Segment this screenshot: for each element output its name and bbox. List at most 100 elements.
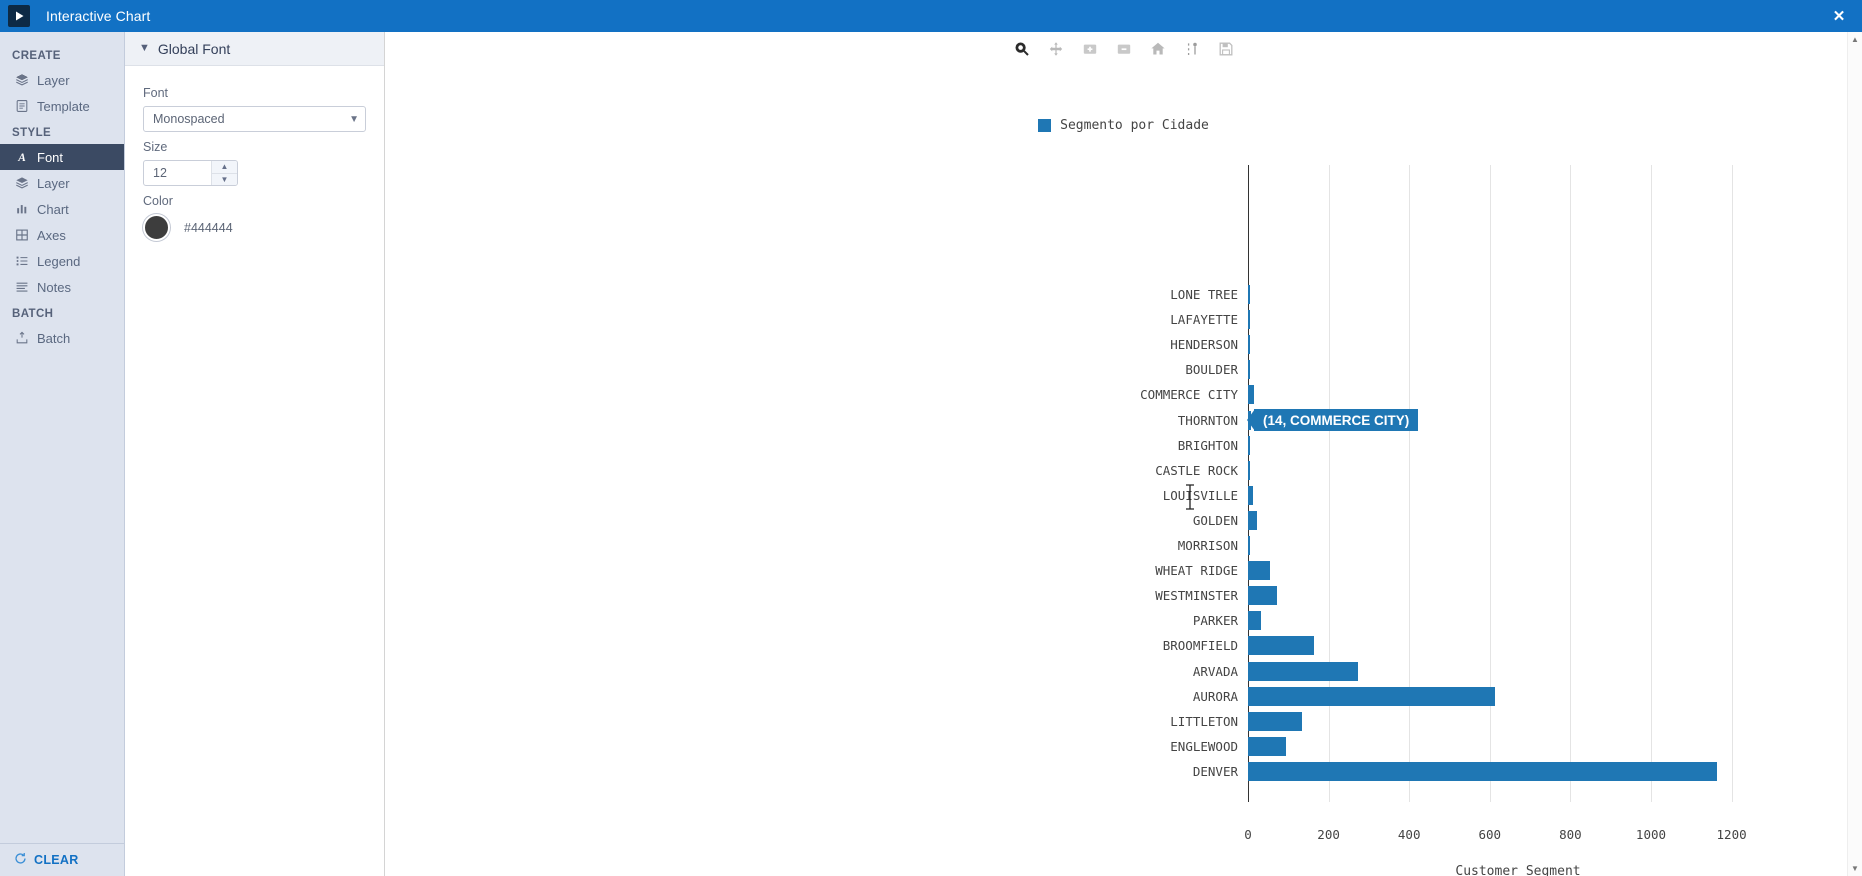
sidebar-item-chart[interactable]: Chart: [0, 196, 124, 222]
gridline: [1650, 165, 1652, 802]
sidebar-item-batch[interactable]: Batch: [0, 325, 124, 351]
bar-row[interactable]: GOLDEN: [1193, 508, 1257, 533]
font-size-stepper[interactable]: 12 ▲ ▼: [143, 160, 238, 186]
bar[interactable]: [1248, 460, 1250, 480]
category-label: CASTLE ROCK: [1155, 462, 1238, 478]
bar[interactable]: [1248, 510, 1257, 530]
sidebar-item-legend[interactable]: Legend: [0, 248, 124, 274]
global-font-section-header[interactable]: ▼ Global Font: [125, 32, 384, 66]
batch-upload-icon: [14, 331, 29, 346]
save-floppy-icon[interactable]: [1215, 38, 1237, 60]
category-label: GOLDEN: [1192, 512, 1238, 528]
sidebar-item-template[interactable]: Template: [0, 93, 124, 119]
bar-row[interactable]: LITTLETON: [1170, 709, 1302, 734]
bar-row[interactable]: ENGLEWOOD: [1170, 734, 1287, 759]
bar[interactable]: [1248, 636, 1315, 656]
bar-row[interactable]: HENDERSON: [1170, 332, 1250, 357]
category-label: BRIGHTON: [1177, 437, 1238, 453]
font-family-select[interactable]: Monospaced ▼: [143, 106, 366, 132]
font-color-swatch[interactable]: [143, 214, 170, 241]
bar[interactable]: [1248, 661, 1358, 681]
category-label: THORNTON: [1177, 412, 1238, 428]
bar-row[interactable]: DENVER: [1193, 759, 1718, 784]
bar[interactable]: [1248, 335, 1250, 355]
x-axis-tick-labels: 0 200 400 600 800 1000 1200: [1244, 827, 1788, 847]
bar-row[interactable]: PARKER: [1193, 608, 1262, 633]
template-icon: [14, 99, 29, 114]
bar[interactable]: [1248, 485, 1253, 505]
bar-row[interactable]: ARVADA: [1193, 659, 1358, 684]
bar[interactable]: [1248, 385, 1254, 405]
zoom-out-icon[interactable]: [1113, 38, 1135, 60]
plot-region[interactable]: LONE TREE LAFAYETTE HENDERSON BOULDER COMMER…: [1140, 165, 1788, 802]
refresh-icon: [14, 852, 27, 868]
bar[interactable]: [1248, 586, 1277, 606]
category-label: HENDERSON: [1170, 337, 1238, 353]
bar[interactable]: [1248, 435, 1250, 455]
clear-button[interactable]: CLEAR: [0, 843, 124, 876]
bar[interactable]: [1248, 310, 1251, 330]
bar-row[interactable]: AURORA: [1193, 684, 1495, 709]
sidebar-item-layer-style[interactable]: Layer: [0, 170, 124, 196]
sidebar-group-title-create: CREATE: [12, 50, 61, 62]
sidebar-item-label: Notes: [37, 279, 71, 295]
category-label: COMMERCE CITY: [1140, 387, 1238, 403]
stepper-down-icon[interactable]: ▼: [212, 174, 237, 186]
bar[interactable]: [1248, 761, 1718, 781]
bar[interactable]: [1248, 736, 1287, 756]
font-a-icon: A: [14, 150, 29, 165]
font-family-value: Monospaced: [153, 112, 225, 126]
home-icon[interactable]: [1147, 38, 1169, 60]
scroll-up-icon[interactable]: ▲: [1848, 32, 1862, 47]
bar[interactable]: [1248, 686, 1495, 706]
category-label: MORRISON: [1177, 538, 1238, 553]
window-title-bar: Interactive Chart ✕: [0, 0, 1862, 32]
gridline: [1570, 165, 1572, 802]
bar-row[interactable]: CASTLE ROCK: [1155, 458, 1250, 483]
scroll-down-icon[interactable]: ▼: [1848, 861, 1862, 876]
bar[interactable]: [1248, 711, 1302, 731]
legend-color-swatch: [1038, 119, 1052, 132]
bar-row[interactable]: WESTMINSTER: [1155, 583, 1277, 608]
chart-vertical-scrollbar[interactable]: ▲ ▼: [1847, 32, 1862, 876]
bar[interactable]: [1248, 561, 1271, 581]
category-label: WESTMINSTER: [1155, 588, 1238, 604]
bar-row[interactable]: LONE TREE: [1170, 282, 1250, 307]
stepper-up-icon[interactable]: ▲: [212, 161, 237, 174]
bar-row[interactable]: LAFAYETTE: [1170, 307, 1251, 332]
category-label: ARVADA: [1192, 663, 1238, 679]
bar-row[interactable]: COMMERCE CITY: [1140, 382, 1254, 407]
sidebar-item-label: Batch: [37, 330, 71, 346]
chart-canvas[interactable]: Segmento por Cidade LONE TREE LAFAYETTE HE…: [385, 32, 1862, 876]
close-window-button[interactable]: ✕: [1816, 0, 1862, 32]
pan-move-icon[interactable]: [1045, 38, 1067, 60]
gridline: [1731, 165, 1733, 802]
size-field-label: Size: [143, 140, 168, 154]
sidebar-item-axes[interactable]: Axes: [0, 222, 124, 248]
stepper-arrows[interactable]: ▲ ▼: [211, 161, 237, 185]
bar[interactable]: [1248, 285, 1250, 304]
bar-row[interactable]: BROOMFIELD: [1163, 633, 1315, 658]
left-sidebar: CREATE Layer Template STYLE A Font Layer…: [0, 32, 125, 876]
bar[interactable]: [1248, 611, 1262, 631]
bar-row[interactable]: WHEAT RIDGE: [1155, 558, 1271, 583]
zoom-in-icon[interactable]: [1079, 38, 1101, 60]
x-tick-label: 600: [1478, 827, 1502, 842]
chart-legend[interactable]: Segmento por Cidade: [385, 118, 1862, 133]
bar-row[interactable]: BRIGHTON: [1178, 433, 1250, 458]
color-field-label: Color: [143, 194, 173, 208]
app-logo-icon: [8, 5, 30, 27]
configure-subplots-icon[interactable]: [1181, 38, 1203, 60]
sidebar-item-layer-create[interactable]: Layer: [0, 67, 124, 93]
bar[interactable]: [1248, 360, 1250, 380]
bar-row[interactable]: LOUISVILLE: [1163, 483, 1253, 508]
lines-icon: [14, 280, 29, 295]
sidebar-group-title-style: STYLE: [12, 127, 52, 139]
font-size-value[interactable]: 12: [144, 161, 211, 185]
zoom-rect-icon[interactable]: [1011, 38, 1033, 60]
bar-row[interactable]: MORRISON: [1178, 533, 1250, 558]
sidebar-item-font[interactable]: A Font: [0, 144, 124, 170]
bar[interactable]: [1248, 536, 1250, 555]
sidebar-item-notes[interactable]: Notes: [0, 274, 124, 300]
bar-row[interactable]: BOULDER: [1185, 357, 1250, 382]
